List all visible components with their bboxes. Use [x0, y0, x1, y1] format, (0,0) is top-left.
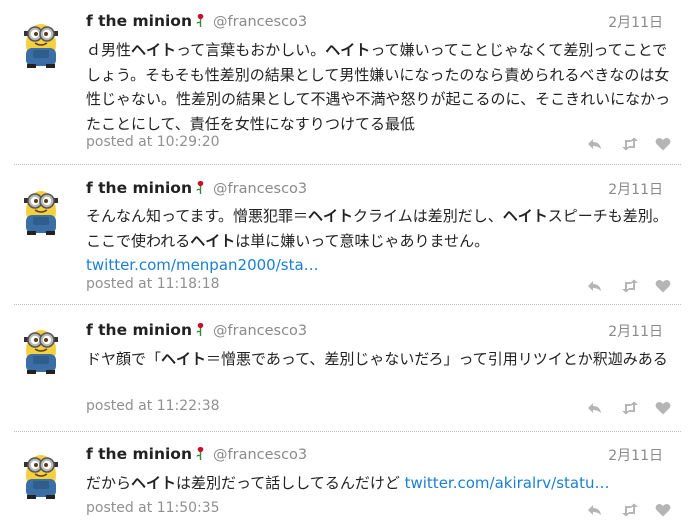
tweet-text-segment: クライムは差別だし、: [353, 207, 503, 225]
highlight-term: ヘイト: [131, 41, 177, 59]
posted-time[interactable]: posted at 11:22:38: [86, 398, 220, 414]
like-icon[interactable]: [655, 136, 671, 151]
user-handle[interactable]: @francesco3: [213, 181, 307, 197]
display-name[interactable]: f the minion: [86, 321, 192, 339]
tweet-text-segment: そんなん知ってます。憎悪犯罪＝: [86, 207, 309, 225]
tweet-date[interactable]: 2月11日: [608, 12, 663, 32]
tweet-actions: [587, 136, 671, 151]
avatar[interactable]: [14, 14, 68, 68]
tweet-text: ドヤ顔で「ヘイト＝憎悪であって、差別じゃないだろ」って引用リツイとか釈迦みある: [86, 347, 671, 372]
divider: [14, 431, 681, 432]
retweet-icon[interactable]: [621, 278, 638, 293]
tweet-text-segment: だから: [86, 474, 132, 492]
highlight-term: ヘイト: [502, 207, 548, 225]
like-icon[interactable]: [655, 278, 671, 293]
tweet-header: f the minion @francesco3: [86, 12, 307, 32]
tweet-text-segment: は差別だって話ししてるんだけど: [176, 474, 405, 492]
tweet-text: そんなん知ってます。憎悪犯罪＝ヘイトクライムは差別だし、ヘイトスピーチも差別。こ…: [86, 204, 671, 278]
rose-icon: [194, 12, 207, 32]
user-handle[interactable]: @francesco3: [213, 447, 307, 463]
rose-icon: [194, 321, 207, 341]
retweet-icon[interactable]: [621, 502, 638, 517]
tweet-text-segment: って言葉もおかしい。: [176, 41, 326, 59]
posted-time[interactable]: posted at 10:29:20: [86, 134, 220, 150]
tweet-link[interactable]: twitter.com/akiralrv/statu…: [405, 474, 610, 492]
display-name[interactable]: f the minion: [86, 179, 192, 197]
tweet-header: f the minion @francesco3: [86, 321, 307, 341]
tweet-feed: f the minion @francesco3 2月11日 ｄ男性ヘイトって言…: [0, 0, 693, 525]
divider: [14, 304, 681, 305]
tweet-text-segment: ドヤ顔で「: [86, 350, 162, 368]
posted-time[interactable]: posted at 11:50:35: [86, 500, 220, 516]
tweet-actions: [587, 502, 671, 517]
avatar[interactable]: [14, 181, 68, 235]
tweet-text-segment: ｄ男性: [86, 41, 132, 59]
highlight-term: ヘイト: [190, 231, 236, 250]
tweet-link[interactable]: twitter.com/menpan2000/sta…: [86, 256, 319, 274]
tweet-date[interactable]: 2月11日: [608, 321, 663, 341]
display-name[interactable]: f the minion: [86, 12, 192, 30]
highlight-term: ヘイト: [308, 207, 354, 225]
tweet-date[interactable]: 2月11日: [608, 179, 663, 199]
rose-icon: [194, 179, 207, 199]
tweet-text: だからヘイトは差別だって話ししてるんだけど twitter.com/akiral…: [86, 471, 671, 496]
tweet-actions: [587, 278, 671, 293]
display-name[interactable]: f the minion: [86, 445, 192, 463]
tweet-header: f the minion @francesco3: [86, 445, 307, 465]
posted-time[interactable]: posted at 11:18:18: [86, 276, 220, 292]
tweet-header: f the minion @francesco3: [86, 179, 307, 199]
divider: [14, 164, 681, 165]
like-icon[interactable]: [655, 502, 671, 517]
tweet-text-segment: は単に嫌いって意味じゃありません。: [235, 231, 490, 250]
retweet-icon[interactable]: [621, 400, 638, 415]
user-handle[interactable]: @francesco3: [213, 14, 307, 30]
user-handle[interactable]: @francesco3: [213, 323, 307, 339]
reply-icon[interactable]: [587, 278, 603, 292]
tweet-text: ｄ男性ヘイトって言葉もおかしい。ヘイトって嫌いってことじゃなくて差別ってことでし…: [86, 38, 671, 136]
highlight-term: ヘイト: [161, 350, 207, 368]
tweet-date[interactable]: 2月11日: [608, 445, 663, 465]
tweet-actions: [587, 400, 671, 415]
like-icon[interactable]: [655, 400, 671, 415]
reply-icon[interactable]: [587, 400, 603, 414]
reply-icon[interactable]: [587, 502, 603, 516]
avatar[interactable]: [14, 445, 68, 499]
tweet-text-segment: ＝憎悪であって、差別じゃないだろ」って引用リツイとか釈迦みある: [206, 350, 668, 368]
highlight-term: ヘイト: [325, 41, 371, 59]
avatar[interactable]: [14, 320, 68, 374]
highlight-term: ヘイト: [131, 474, 177, 492]
reply-icon[interactable]: [587, 136, 603, 150]
rose-icon: [194, 445, 207, 465]
retweet-icon[interactable]: [621, 136, 638, 151]
